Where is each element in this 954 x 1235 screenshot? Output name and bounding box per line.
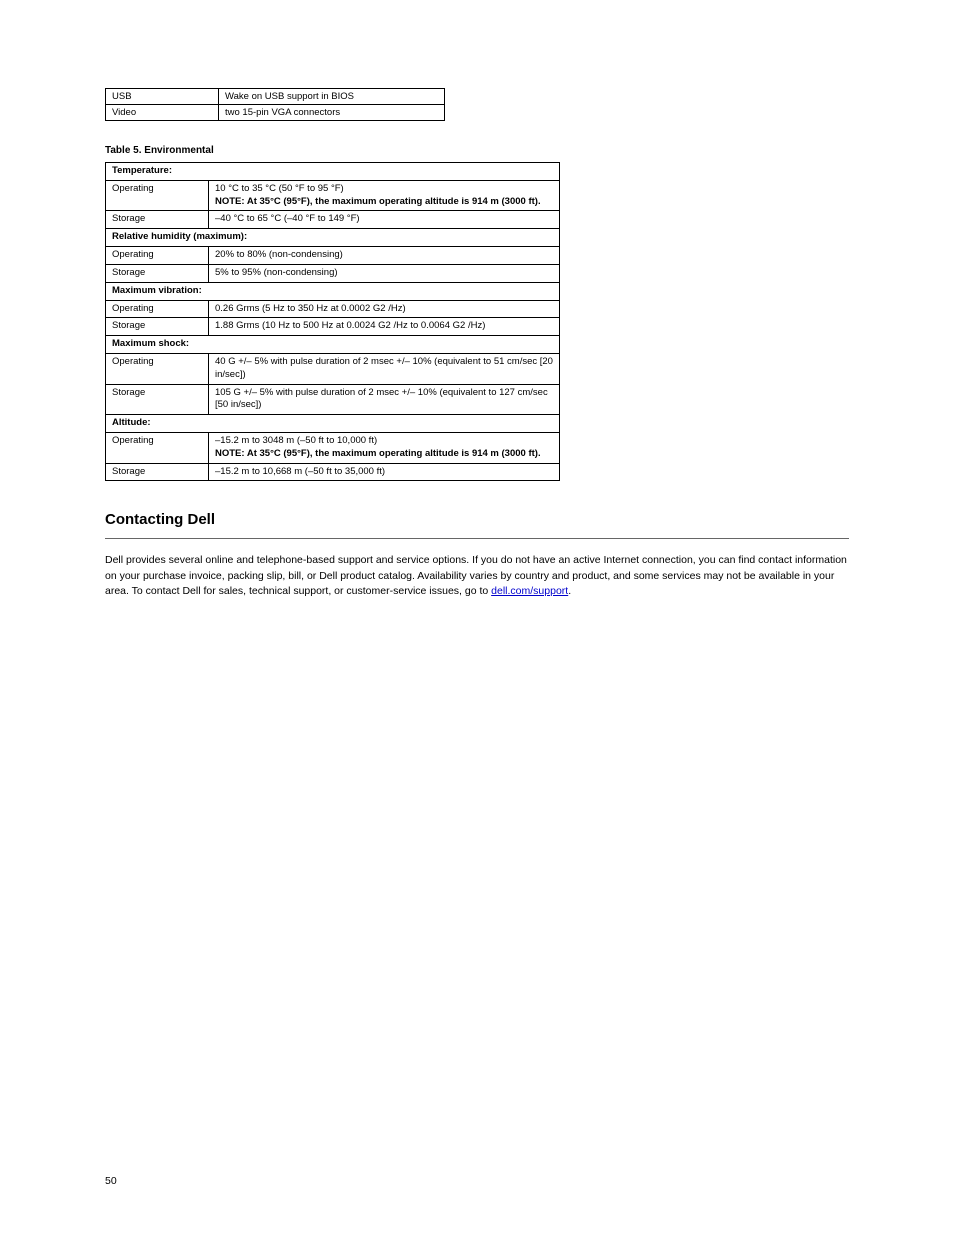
- row-vib-op-label: Operating: [106, 300, 209, 318]
- row-temp-header: Temperature:: [106, 163, 560, 181]
- page-number: 50: [105, 1175, 117, 1187]
- row-alt-header: Altitude:: [106, 415, 560, 433]
- row-shock-op-label: Operating: [106, 353, 209, 384]
- contacting-dell-paragraph: Dell provides several online and telepho…: [105, 553, 849, 599]
- row-vib-header: Maximum vibration:: [106, 282, 560, 300]
- note-label-2: NOTE:: [215, 448, 245, 459]
- cell-usb-label: USB: [106, 89, 219, 105]
- cell-usb-value: Wake on USB support in BIOS: [219, 89, 445, 105]
- row-shock-st-value: 105 G +/– 5% with pulse duration of 2 ms…: [209, 384, 560, 415]
- section-divider: [105, 538, 849, 539]
- environmental-table: Temperature: Operating 10 °C to 35 °C (5…: [105, 162, 560, 481]
- connectors-table: USB Wake on USB support in BIOS Video tw…: [105, 88, 445, 121]
- row-temp-st-value: –40 °C to 65 °C (–40 °F to 149 °F): [209, 211, 560, 229]
- env-table-caption: Table 5. Environmental: [105, 145, 849, 156]
- row-hum-st-value: 5% to 95% (non-condensing): [209, 264, 560, 282]
- row-vib-op-value: 0.26 Grms (5 Hz to 350 Hz at 0.0002 G2 /…: [209, 300, 560, 318]
- row-alt-op-value: –15.2 m to 3048 m (–50 ft to 10,000 ft) …: [209, 433, 560, 464]
- dell-support-link[interactable]: dell.com/support: [491, 585, 568, 597]
- row-alt-st-label: Storage: [106, 463, 209, 481]
- row-shock-header: Maximum shock:: [106, 336, 560, 354]
- row-shock-op-value: 40 G +/– 5% with pulse duration of 2 mse…: [209, 353, 560, 384]
- row-temp-op-label: Operating: [106, 180, 209, 211]
- row-hum-st-label: Storage: [106, 264, 209, 282]
- cell-video-label: Video: [106, 105, 219, 121]
- note-label: NOTE:: [215, 196, 245, 207]
- row-hum-header: Relative humidity (maximum):: [106, 229, 560, 247]
- row-temp-st-label: Storage: [106, 211, 209, 229]
- section-title: Contacting Dell: [105, 511, 849, 528]
- para1-prefix: Dell provides several online and telepho…: [105, 554, 847, 596]
- row-vib-st-label: Storage: [106, 318, 209, 336]
- alt-op-value-text: –15.2 m to 3048 m (–50 ft to 10,000 ft): [215, 435, 377, 446]
- cell-video-value: two 15-pin VGA connectors: [219, 105, 445, 121]
- note-text: At 35°C (95°F), the maximum operating al…: [247, 196, 541, 207]
- note-text-2: At 35°C (95°F), the maximum operating al…: [247, 448, 541, 459]
- row-alt-op-label: Operating: [106, 433, 209, 464]
- row-hum-op-value: 20% to 80% (non-condensing): [209, 247, 560, 265]
- row-temp-op-value: 10 °C to 35 °C (50 °F to 95 °F) NOTE: At…: [209, 180, 560, 211]
- row-alt-st-value: –15.2 m to 10,668 m (–50 ft to 35,000 ft…: [209, 463, 560, 481]
- row-vib-st-value: 1.88 Grms (10 Hz to 500 Hz at 0.0024 G2 …: [209, 318, 560, 336]
- row-hum-op-label: Operating: [106, 247, 209, 265]
- temp-op-value-text: 10 °C to 35 °C (50 °F to 95 °F): [215, 183, 344, 194]
- row-shock-st-label: Storage: [106, 384, 209, 415]
